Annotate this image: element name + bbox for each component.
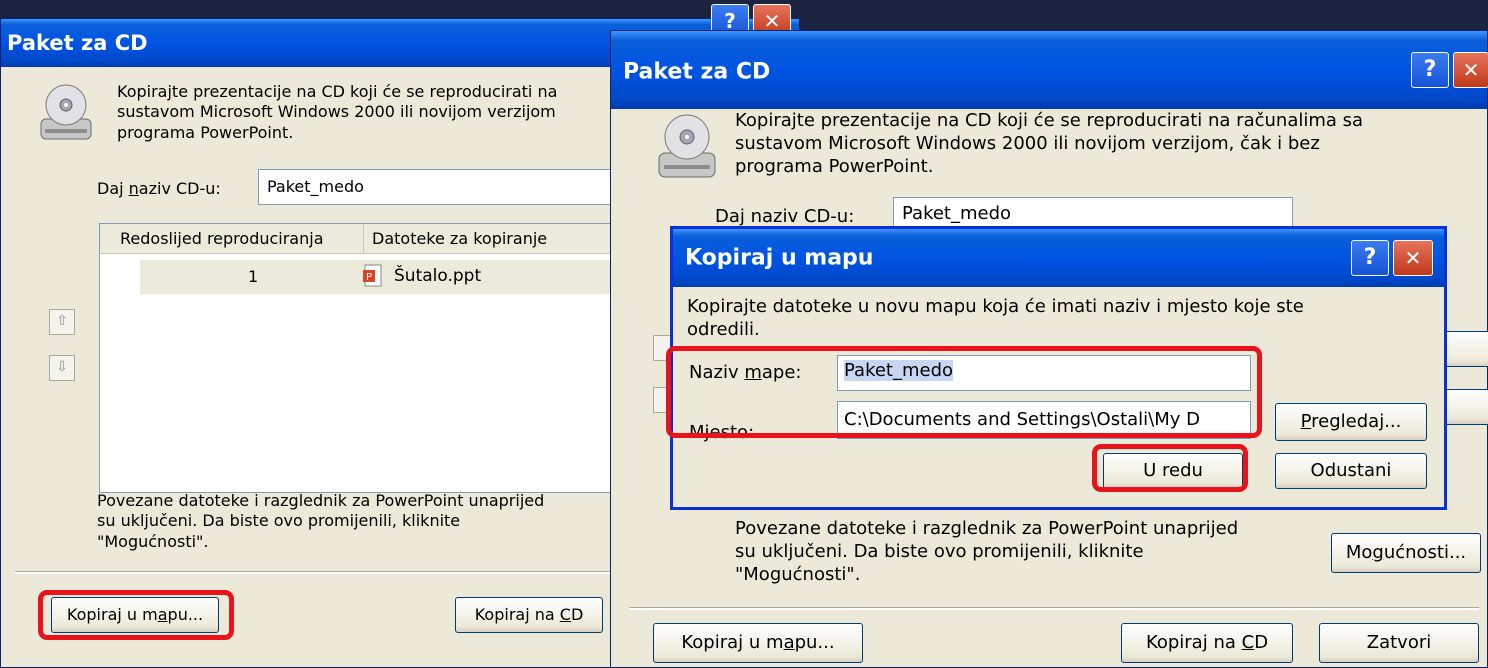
front-footer-line1: Povezane datoteke i razglednik za PowerP… [735,518,1239,539]
back-cd-name-label-accel: n [128,179,139,198]
column-header-order[interactable]: Redoslijed reproduciranja [100,224,364,254]
front-options-button[interactable]: Mogućnosti... [1331,533,1481,573]
back-dialog-title: Paket za CD [7,31,148,55]
front-copy-cd-accel: C [1241,632,1255,653]
cancel-button[interactable]: Odustani [1275,453,1427,489]
back-description-line1: Kopirajte prezentacije na CD koji će se … [117,82,558,101]
table-row[interactable]: 1 P Šutalo.ppt [140,260,620,294]
back-file-list[interactable]: Redoslijed reproduciranja Datoteke za ko… [99,223,620,493]
front-cd-name-label: Daj naziv CD-u: [715,206,855,227]
copy-description-line2: odredili. [687,319,760,341]
front-description-line2: sustavom Microsoft Windows 2000 ili novi… [735,133,1320,155]
back-description: Kopirajte prezentacije na CD koji će se … [117,82,617,143]
front-help-button[interactable]: ? [1411,52,1449,88]
arrow-down-icon: ⇩ [56,359,68,375]
back-footer-line3: "Mogućnosti". [97,531,209,551]
copy-description: Kopirajte datoteke u novu mapu koja će i… [687,295,1437,341]
front-copy-to-folder-button[interactable]: Kopiraj u mapu... [653,623,863,663]
ppt-file-icon: P [363,264,382,287]
front-copy-cd-part1: Kopiraj na [1145,632,1242,653]
svg-text:P: P [366,272,372,283]
copy-close-button[interactable]: ✕ [1393,240,1433,276]
arrow-up-icon: ⇧ [56,313,68,329]
back-description-line2: sustavom Microsoft Windows 2000 ili novi… [117,102,556,122]
front-copy-folder-part2: pu... [794,632,835,653]
front-copy-cd-part2: D [1254,632,1269,653]
front-copy-to-cd-button[interactable]: Kopiraj na CD [1121,623,1293,663]
front-separator [629,607,1479,610]
back-footer-line1: Povezane datoteke i razglednik za PowerP… [97,491,545,510]
front-options-accel: g [1372,542,1384,563]
front-dialog-title: Paket za CD [623,59,771,85]
back-separator [15,571,615,574]
highlight-copy-to-folder [38,590,234,640]
front-footer-text: Povezane datoteke i razglednik za PowerP… [735,517,1315,586]
back-cd-name-label-part1: Daj [97,179,129,198]
close-icon: ✕ [1462,58,1480,82]
browse-part2: regledaj... [1311,411,1402,432]
back-copy-cd-accel: C [559,605,571,624]
cd-drive-icon [40,84,92,140]
move-down-button[interactable]: ⇩ [49,355,75,381]
front-close-dialog-button[interactable]: Zatvori [1319,623,1479,663]
browse-button[interactable]: Pregledaj... [1275,403,1427,441]
copy-help-button[interactable]: ? [1351,240,1389,276]
front-close-button[interactable]: ✕ [1453,52,1488,88]
back-copy-cd-part2: D [570,605,584,624]
front-description-line1: Kopirajte prezentacije na CD koji će se … [735,110,1364,131]
close-icon: ✕ [1404,246,1422,270]
back-footer-text: Povezane datoteke i razglednik za PowerP… [97,491,617,552]
back-footer-line2: su uključeni. Da biste ovo promijenili, … [97,511,461,531]
move-up-button[interactable]: ⇧ [49,309,75,335]
back-copy-to-cd-button[interactable]: Kopiraj na CD [455,597,603,633]
front-description: Kopirajte prezentacije na CD koji će se … [735,109,1475,178]
row-file: Šutalo.ppt [394,266,482,286]
row-order: 1 [248,267,259,286]
browse-accel: P [1300,411,1312,432]
back-description-line3: programa PowerPoint. [117,122,294,142]
back-cd-name-label-part2: aziv CD-u: [138,179,221,198]
back-cd-name-label: Daj naziv CD-u: [97,179,221,199]
back-cd-name-input[interactable]: Paket_medo [258,169,618,205]
highlight-ok-button [1092,444,1248,492]
back-copy-cd-part1: Kopiraj na [474,605,560,624]
front-options-part2: ućnosti... [1383,542,1467,563]
column-header-files[interactable]: Datoteke za kopiranje [364,224,620,254]
front-title-bar: Paket za CD ? ✕ [611,31,1488,109]
front-footer-line3: "Mogućnosti". [735,564,861,586]
front-copy-folder-accel: a [783,632,795,653]
copy-description-line1: Kopirajte datoteke u novu mapu koja će i… [687,296,1304,317]
cd-drive-icon [658,114,716,178]
copy-title-bar: Kopiraj u mapu ? ✕ [673,229,1444,287]
front-description-line3: programa PowerPoint. [735,156,934,178]
front-footer-line2: su uključeni. Da biste ovo promijenili, … [735,541,1144,563]
front-options-part1: Mo [1345,542,1373,563]
copy-dialog-title: Kopiraj u mapu [685,245,874,271]
front-copy-folder-part1: Kopiraj u m [681,632,784,653]
highlight-folder-fields [666,346,1262,438]
